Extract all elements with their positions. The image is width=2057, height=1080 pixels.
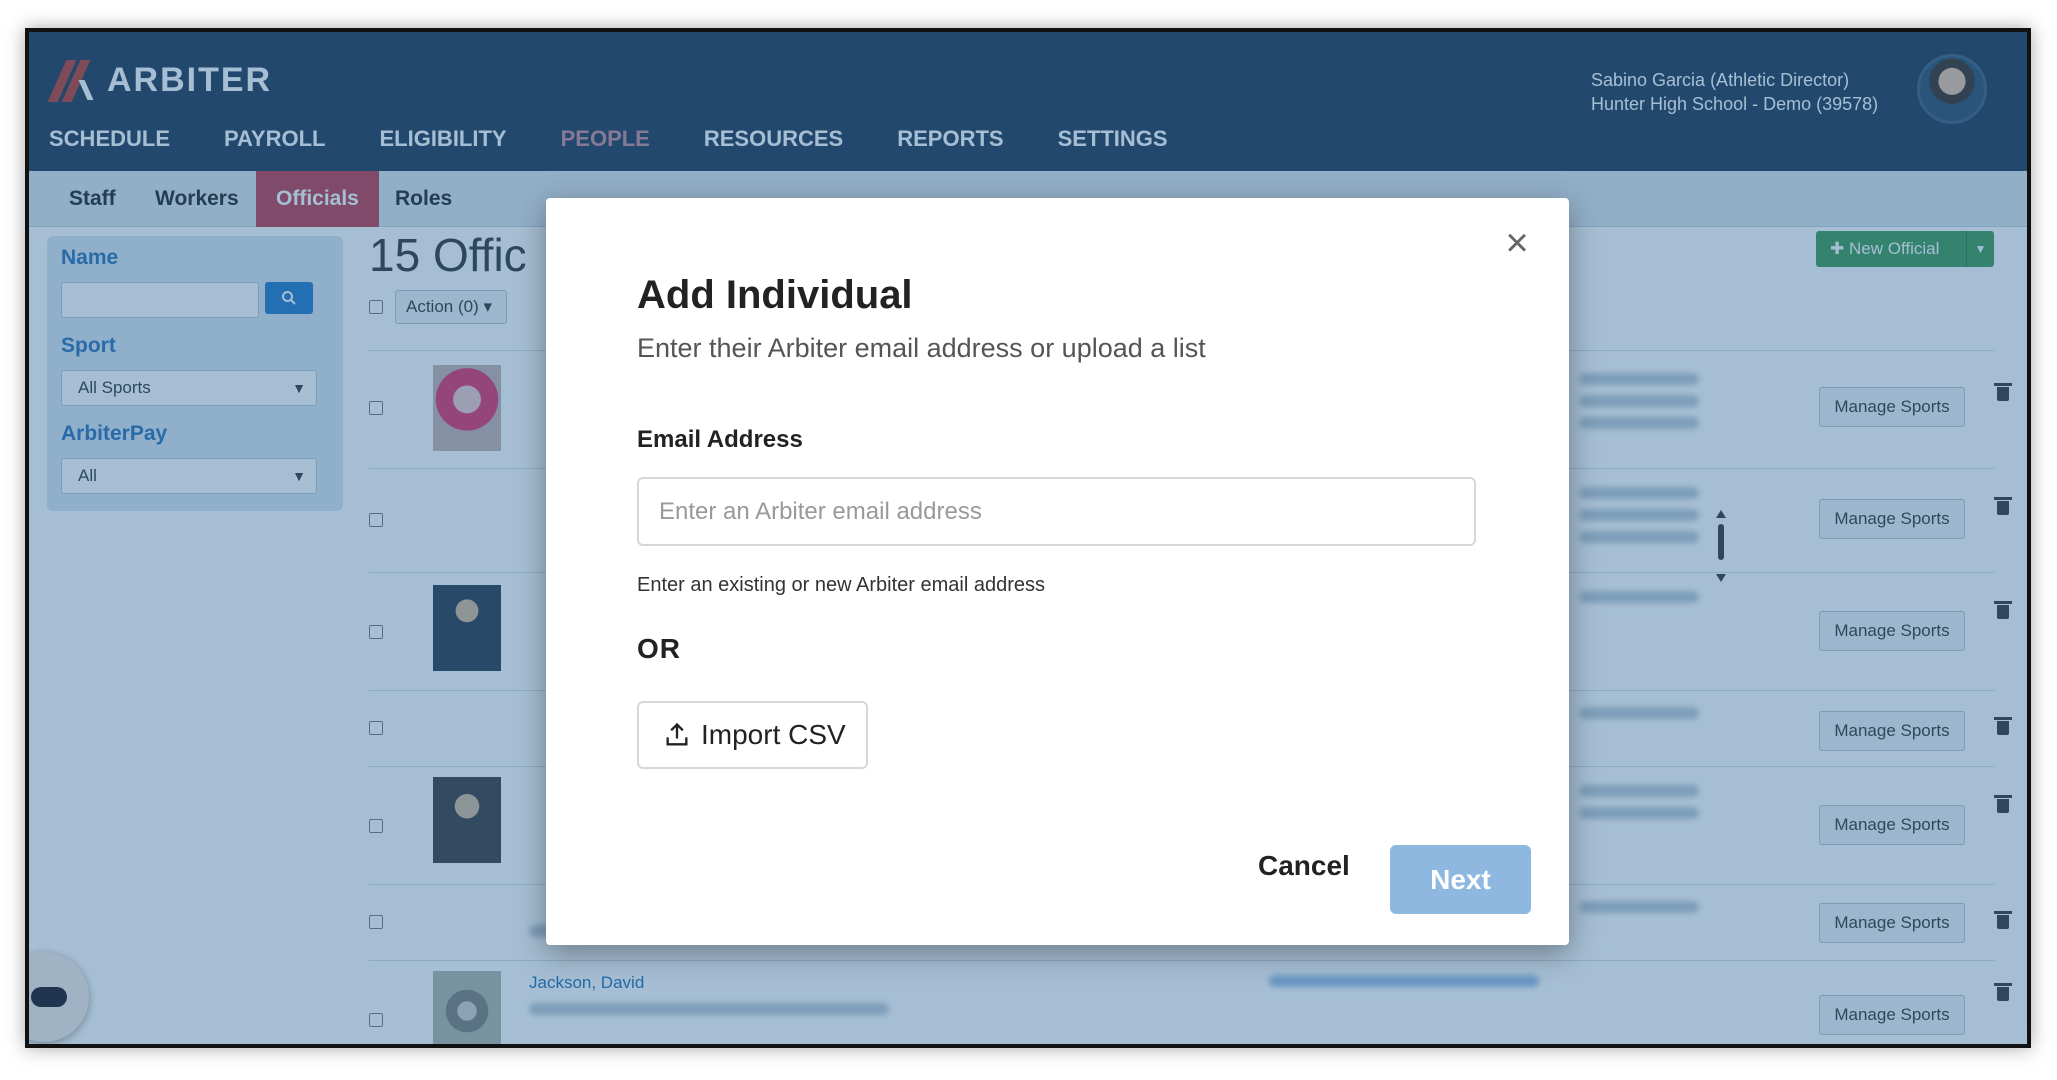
dialog-title: Add Individual — [637, 273, 913, 317]
or-divider: OR — [637, 633, 681, 664]
next-button[interactable]: Next — [1390, 845, 1531, 914]
email-help-text: Enter an existing or new Arbiter email a… — [637, 574, 1045, 596]
cancel-button[interactable]: Cancel — [1258, 850, 1350, 882]
email-field[interactable] — [637, 477, 1476, 546]
app-window: ARBITER SCHEDULE PAYROLL ELIGIBILITY PEO… — [25, 28, 2031, 1048]
chat-icon — [31, 987, 67, 1007]
dialog-subtitle: Enter their Arbiter email address or upl… — [637, 333, 1206, 363]
import-csv-label: Import CSV — [701, 719, 846, 750]
add-individual-dialog: × Add Individual Enter their Arbiter ema… — [546, 198, 1569, 945]
close-icon[interactable]: × — [1499, 223, 1535, 263]
upload-icon — [666, 722, 688, 746]
email-field-label: Email Address — [637, 426, 803, 453]
import-csv-button[interactable]: Import CSV — [637, 701, 868, 769]
